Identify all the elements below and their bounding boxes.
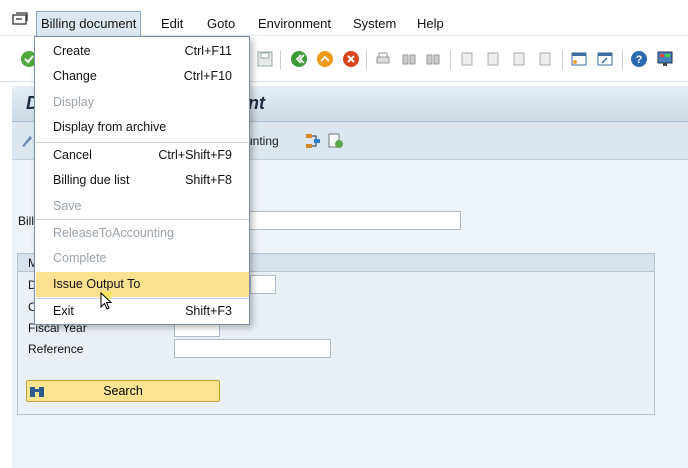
menu-item-shortcut: Shift+F8 <box>185 173 232 187</box>
menu-item-label: Display from archive <box>53 120 167 134</box>
back-icon[interactable] <box>290 50 308 68</box>
menu-item-label: Change <box>53 69 97 83</box>
menu-separator <box>36 219 249 220</box>
menu-item-issue-output-to[interactable]: Issue Output To <box>36 272 249 297</box>
menu-item-shortcut: Shift+F3 <box>185 304 232 318</box>
menu-item-label: ReleaseToAccounting <box>53 226 174 240</box>
menu-item-complete: Complete <box>36 246 249 271</box>
search-button-label: Search <box>103 384 143 398</box>
help-icon[interactable]: ? <box>630 50 648 68</box>
menu-item-billing-due-list[interactable]: Billing due list Shift+F8 <box>36 168 249 193</box>
billing-document-dropdown: Create Ctrl+F11 Change Ctrl+F10 Display Di… <box>34 36 250 325</box>
mouse-cursor-icon <box>100 292 113 310</box>
menu-item-release-to-accounting: ReleaseToAccounting <box>36 221 249 246</box>
cancel-icon[interactable] <box>342 50 360 68</box>
pencil-icon[interactable] <box>20 134 34 148</box>
toolbar-separator <box>450 50 451 70</box>
shortcut-icon[interactable] <box>596 50 614 68</box>
new-session-icon[interactable] <box>570 50 588 68</box>
menu-environment[interactable]: Environment <box>254 12 335 36</box>
search-button[interactable]: Search <box>26 380 220 402</box>
menu-item-label: Display <box>53 95 94 109</box>
previous-page-icon[interactable] <box>484 50 502 68</box>
accounting-button-label[interactable]: unting <box>246 134 279 148</box>
toolbar-separator <box>562 50 563 70</box>
menu-item-shortcut: Ctrl+F10 <box>183 69 232 83</box>
menu-item-label: Issue Output To <box>53 277 141 291</box>
menu-item-cancel[interactable]: Cancel Ctrl+Shift+F9 <box>36 143 249 168</box>
first-page-icon[interactable] <box>458 50 476 68</box>
document-flow-icon[interactable] <box>304 132 322 150</box>
menu-billing-document[interactable]: Billing document <box>36 11 142 36</box>
toolbar-separator <box>622 50 623 70</box>
menu-item-label: Cancel <box>53 148 92 162</box>
page-title-end: nt <box>248 93 265 113</box>
last-page-icon[interactable] <box>536 50 554 68</box>
binoculars-icon <box>30 387 44 397</box>
menu-item-display: Display <box>36 90 249 115</box>
billing-document-input[interactable]: 9 <box>236 211 461 230</box>
menu-edit[interactable]: Edit <box>157 12 187 36</box>
menu-item-label: Save <box>53 199 82 213</box>
menu-item-label: Complete <box>53 251 107 265</box>
toolbar-separator <box>280 50 281 70</box>
menu-item-label: Billing due list <box>53 173 130 187</box>
menu-goto[interactable]: Goto <box>203 12 239 36</box>
menu-item-label: Create <box>53 44 91 58</box>
menu-item-exit[interactable]: Exit Shift+F3 <box>36 299 249 324</box>
menu-bar: Billing document Edit Goto Environment S… <box>0 0 688 36</box>
menu-item-shortcut: Ctrl+Shift+F9 <box>158 148 232 162</box>
menu-item-display-from-archive[interactable]: Display from archive <box>36 115 249 140</box>
field-input-d[interactable] <box>250 275 276 294</box>
system-menu-icon[interactable] <box>12 12 28 26</box>
billing-document-label: Bill <box>18 214 35 228</box>
menu-system[interactable]: System <box>349 12 400 36</box>
exit-icon[interactable] <box>316 50 334 68</box>
menu-item-create[interactable]: Create Ctrl+F11 <box>36 39 249 64</box>
reference-label: Reference <box>28 342 84 356</box>
menu-item-shortcut: Ctrl+F11 <box>184 44 232 58</box>
save-icon[interactable] <box>256 50 274 68</box>
next-page-icon[interactable] <box>510 50 528 68</box>
toolbar-separator <box>366 50 367 70</box>
svg-text:?: ? <box>636 54 643 66</box>
menu-item-change[interactable]: Change Ctrl+F10 <box>36 64 249 89</box>
print-icon[interactable] <box>374 50 392 68</box>
menu-item-save: Save <box>36 194 249 219</box>
reference-input[interactable] <box>174 339 331 358</box>
menu-item-label: Exit <box>53 304 74 318</box>
find-next-icon[interactable] <box>424 50 442 68</box>
menu-help[interactable]: Help <box>413 12 448 36</box>
customize-layout-icon[interactable] <box>656 50 674 68</box>
display-document-icon[interactable] <box>326 132 344 150</box>
find-icon[interactable] <box>400 50 418 68</box>
